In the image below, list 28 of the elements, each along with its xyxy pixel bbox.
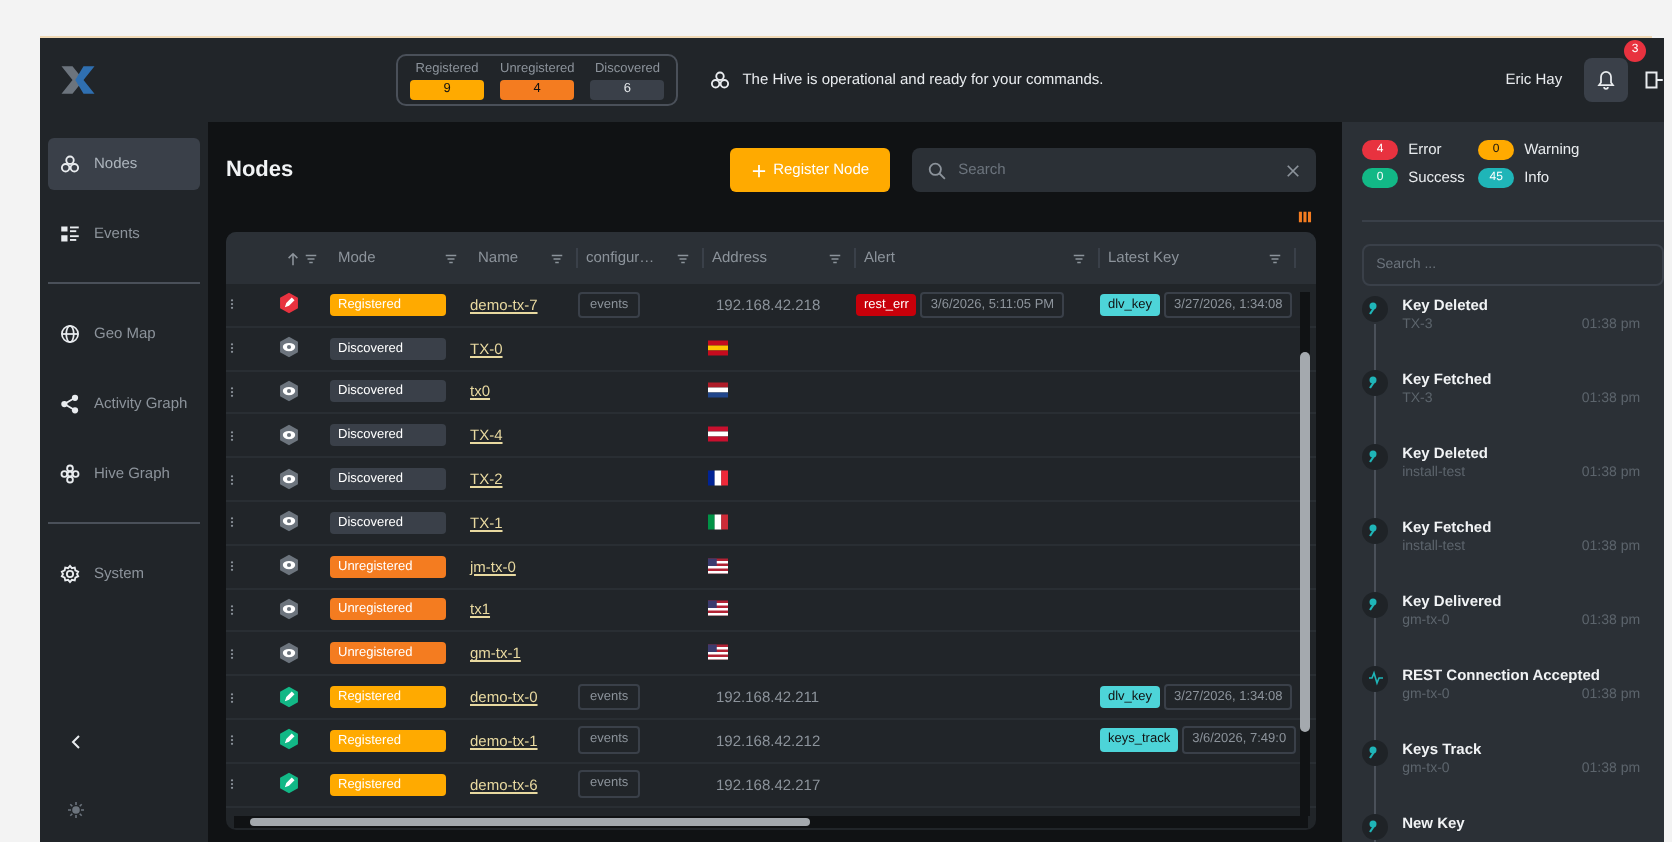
pulse-icon bbox=[1367, 670, 1384, 686]
search-icon bbox=[928, 161, 947, 179]
share-icon bbox=[60, 394, 80, 414]
chevron-left-icon[interactable] bbox=[68, 734, 84, 750]
filter-icon[interactable] bbox=[676, 251, 690, 265]
notifications-button[interactable] bbox=[1584, 58, 1629, 102]
filter-icon[interactable] bbox=[444, 251, 458, 265]
bell-icon bbox=[1596, 70, 1617, 90]
list-icon bbox=[60, 224, 80, 244]
plus-icon bbox=[751, 163, 766, 177]
globe-icon bbox=[60, 324, 80, 344]
scrollbar-thumb[interactable] bbox=[1300, 352, 1311, 732]
hive-icon bbox=[710, 70, 731, 90]
sun-icon[interactable] bbox=[68, 802, 84, 818]
columns-icon[interactable] bbox=[1298, 210, 1313, 224]
flower-icon bbox=[60, 464, 80, 484]
filter-icon[interactable] bbox=[828, 251, 842, 265]
sort-arrow-icon[interactable] bbox=[286, 251, 300, 265]
filter-icon[interactable] bbox=[1072, 251, 1086, 265]
filter-icon[interactable] bbox=[550, 251, 564, 265]
filter-icon[interactable] bbox=[1268, 251, 1283, 265]
close-icon[interactable] bbox=[1286, 163, 1301, 177]
hive-icon bbox=[60, 154, 80, 174]
settings-icon bbox=[60, 564, 80, 584]
scrollbar-thumb[interactable] bbox=[250, 818, 810, 826]
page-title: Nodes bbox=[226, 155, 294, 186]
filter-icon[interactable] bbox=[304, 251, 318, 265]
exit-icon[interactable] bbox=[1644, 70, 1665, 90]
